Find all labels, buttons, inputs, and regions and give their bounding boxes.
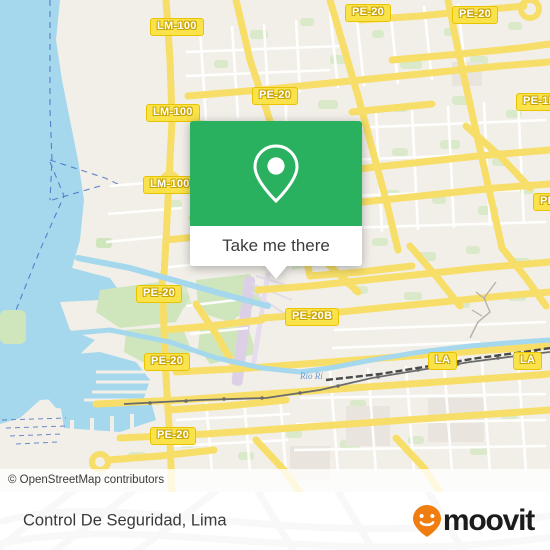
- moovit-pin-smiley-icon: [412, 505, 441, 537]
- road-shield: LM-100: [146, 104, 200, 122]
- take-me-there-button[interactable]: Take me there: [190, 226, 362, 279]
- river-label: Río Rí: [300, 371, 323, 381]
- road-shield: PE-1N: [516, 93, 550, 111]
- road-shield: PE-20B: [285, 308, 340, 326]
- popup-image-area: [190, 121, 362, 226]
- take-me-there-label: Take me there: [222, 236, 330, 255]
- popup-pointer-tail: [265, 266, 287, 279]
- road-shield: LM-100: [150, 18, 204, 36]
- map-pin-icon: [253, 143, 299, 203]
- moovit-place-map-screen: LM-100 PE-20 PE-20 PE-20 LM-100 PE-1N LM…: [0, 0, 550, 550]
- moovit-wordmark: moovit: [442, 504, 535, 537]
- road-shield: PE-20: [150, 427, 197, 445]
- road-shield: LA: [428, 352, 458, 370]
- road-shield: PE-20: [345, 4, 392, 22]
- place-title: Control De Seguridad, Lima: [23, 511, 227, 530]
- road-shield: LM-100: [143, 176, 197, 194]
- moovit-brand-logo[interactable]: moovit: [412, 504, 535, 538]
- road-shield: PE-20: [252, 87, 299, 105]
- page-footer: Control De Seguridad, Lima moovit: [0, 492, 550, 550]
- road-shield: LA: [513, 352, 543, 370]
- road-shield: PE-20: [136, 285, 183, 303]
- place-popup-card[interactable]: Take me there: [190, 121, 362, 279]
- road-shield: PE-: [533, 193, 550, 211]
- map-attribution[interactable]: © OpenStreetMap contributors: [0, 469, 550, 492]
- road-shield: PE-20: [144, 353, 191, 371]
- road-shield: PE-20: [452, 6, 499, 24]
